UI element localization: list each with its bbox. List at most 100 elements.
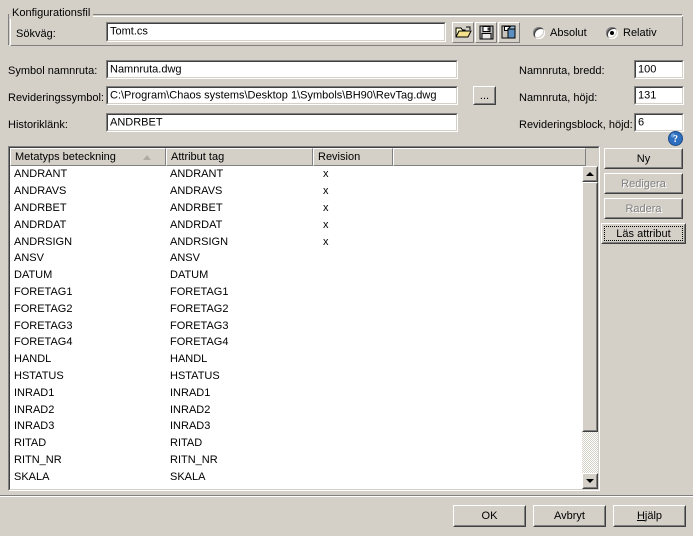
cell-metatyps-beteckning: ANDRSIGN xyxy=(14,235,73,248)
cell-metatyps-beteckning: INRAD3 xyxy=(14,420,55,433)
column-header-revision[interactable]: Revision xyxy=(313,148,393,166)
historiklank-input[interactable]: ANDRBET xyxy=(106,113,458,132)
floppy-save-icon xyxy=(479,25,493,40)
cell-metatyps-beteckning: DATUM xyxy=(14,269,53,282)
symbol-namnruta-input[interactable]: Namnruta.dwg xyxy=(106,60,458,79)
table-row[interactable]: INRAD2 INRAD2 xyxy=(10,401,582,418)
revideringsblock-hojd-input[interactable]: 6 xyxy=(634,113,684,132)
revideringssymbol-label: Revideringssymbol: xyxy=(8,92,104,104)
column-header-attribut-tag[interactable]: Attribut tag xyxy=(166,148,313,166)
table-row[interactable]: FORETAG3 FORETAG3 xyxy=(10,317,582,334)
cell-metatyps-beteckning: SKALA xyxy=(14,470,50,483)
cell-metatyps-beteckning: HANDL xyxy=(14,353,52,366)
column-header-filler[interactable] xyxy=(393,148,586,166)
scroll-up-button[interactable] xyxy=(582,166,598,182)
ny-button[interactable]: Ny xyxy=(604,148,683,169)
ok-button[interactable]: OK xyxy=(453,505,526,527)
radera-button[interactable]: Radera xyxy=(604,198,683,219)
cell-metatyps-beteckning: ANDRDAT xyxy=(14,218,67,231)
redigera-button[interactable]: Redigera xyxy=(604,173,683,194)
cell-metatyps-beteckning: RITAD xyxy=(14,437,47,450)
radio-relativ-label: Relativ xyxy=(623,27,657,39)
table-row[interactable]: FORETAG4 FORETAG4 xyxy=(10,334,582,351)
cell-attribut-tag: INRAD3 xyxy=(170,420,211,433)
sokvag-input[interactable]: Tomt.cs xyxy=(106,22,446,42)
avbryt-button-label: Avbryt xyxy=(554,510,585,522)
table-row[interactable]: ANDRSIGN ANDRSIGN x xyxy=(10,233,582,250)
namnruta-bredd-label: Namnruta, bredd: xyxy=(519,65,605,77)
cell-attribut-tag: ANDRDAT xyxy=(170,218,223,231)
las-attribut-button[interactable]: Läs attribut xyxy=(601,223,686,244)
cell-attribut-tag: ANDRSIGN xyxy=(170,235,229,248)
cell-revision: x xyxy=(323,168,329,181)
cell-metatyps-beteckning: INRAD1 xyxy=(14,386,55,399)
cell-attribut-tag: ANDRBET xyxy=(170,201,223,214)
cell-attribut-tag: INRAD2 xyxy=(170,403,211,416)
column-header-label: Revision xyxy=(318,151,361,163)
column-header-metatyps-beteckning[interactable]: Metatyps beteckning xyxy=(10,148,166,166)
hjalp-button[interactable]: Hjälp xyxy=(613,505,686,527)
column-header-label: Attribut tag xyxy=(171,151,225,163)
table-row[interactable]: ANDRAVS ANDRAVS x xyxy=(10,183,582,200)
save-as-config-button[interactable] xyxy=(498,22,520,43)
browse-revideringssymbol-button[interactable]: ... xyxy=(473,86,496,105)
table-row[interactable]: ANDRBET ANDRBET x xyxy=(10,200,582,217)
save-config-button[interactable] xyxy=(475,22,497,43)
radio-absolut[interactable]: Absolut xyxy=(533,26,587,40)
arrow-down-icon xyxy=(586,479,594,483)
table-row[interactable]: HSTATUS HSTATUS xyxy=(10,368,582,385)
table-row[interactable]: ANSV ANSV xyxy=(10,250,582,267)
table-row[interactable]: FORETAG2 FORETAG2 xyxy=(10,300,582,317)
arrow-up-icon xyxy=(586,172,594,176)
cell-attribut-tag: HANDL xyxy=(170,353,208,366)
cell-metatyps-beteckning: ANDRAVS xyxy=(14,185,67,198)
scroll-down-button[interactable] xyxy=(582,473,598,489)
table-row[interactable]: HANDL HANDL xyxy=(10,351,582,368)
hjalp-accelerator: H xyxy=(636,510,645,522)
help-button[interactable]: ? xyxy=(668,131,683,146)
revideringssymbol-input[interactable]: C:\Program\Chaos systems\Desktop 1\Symbo… xyxy=(106,86,458,105)
cell-metatyps-beteckning: RITN_NR xyxy=(14,453,62,466)
table-row[interactable]: INRAD1 INRAD1 xyxy=(10,384,582,401)
radio-relativ[interactable]: Relativ xyxy=(606,26,657,40)
table-row[interactable]: FORETAG1 FORETAG1 xyxy=(10,284,582,301)
open-config-button[interactable] xyxy=(452,22,474,43)
table-row[interactable]: SKALA SKALA xyxy=(10,468,582,485)
cell-attribut-tag: RITAD xyxy=(170,437,203,450)
radio-relativ-indicator xyxy=(606,27,618,39)
cell-attribut-tag: FORETAG1 xyxy=(170,285,229,298)
table-row[interactable]: INRAD3 INRAD3 xyxy=(10,418,582,435)
help-question-icon: ? xyxy=(668,131,683,146)
namnruta-bredd-value: 100 xyxy=(638,63,657,75)
cell-attribut-tag: RITN_NR xyxy=(170,453,218,466)
configuration-dialog: Konfigurationsfil Sökväg: Tomt.cs Absolu… xyxy=(0,0,693,536)
cell-attribut-tag: FORETAG4 xyxy=(170,336,229,349)
cell-attribut-tag: INRAD1 xyxy=(170,386,211,399)
symbol-namnruta-value: Namnruta.dwg xyxy=(110,63,182,75)
table-row[interactable]: ANDRDAT ANDRDAT x xyxy=(10,216,582,233)
scrollbar-thumb[interactable] xyxy=(582,182,598,432)
listview-rows[interactable]: ANDRANT ANDRANT x ANDRAVS ANDRAVS x ANDRBET AND… xyxy=(10,166,582,489)
table-row[interactable]: RITAD RITAD xyxy=(10,435,582,452)
attributes-listview[interactable]: Metatyps beteckning Attribut tag Revision … xyxy=(8,146,600,491)
cell-metatyps-beteckning: FORETAG3 xyxy=(14,319,73,332)
table-row[interactable]: ANDRANT ANDRANT x xyxy=(10,166,582,183)
redigera-button-label: Redigera xyxy=(621,177,666,190)
cell-attribut-tag: FORETAG3 xyxy=(170,319,229,332)
table-row[interactable]: RITN_NR RITN_NR xyxy=(10,452,582,469)
cell-metatyps-beteckning: FORETAG2 xyxy=(14,302,73,315)
cell-metatyps-beteckning: HSTATUS xyxy=(14,369,64,382)
table-row[interactable]: DATUM DATUM xyxy=(10,267,582,284)
namnruta-hojd-input[interactable]: 131 xyxy=(634,86,684,105)
browse-button-label: ... xyxy=(479,89,490,102)
svg-text:?: ? xyxy=(673,134,678,145)
cell-metatyps-beteckning: ANDRBET xyxy=(14,201,67,214)
cell-metatyps-beteckning: FORETAG1 xyxy=(14,285,73,298)
namnruta-bredd-input[interactable]: 100 xyxy=(634,60,684,79)
listview-vertical-scrollbar[interactable] xyxy=(582,166,598,489)
namnruta-hojd-label: Namnruta, höjd: xyxy=(519,92,598,104)
avbryt-button[interactable]: Avbryt xyxy=(533,505,606,527)
hjalp-rest: jälp xyxy=(644,510,663,522)
cell-attribut-tag: DATUM xyxy=(170,269,209,282)
sort-ascending-icon xyxy=(143,155,151,160)
